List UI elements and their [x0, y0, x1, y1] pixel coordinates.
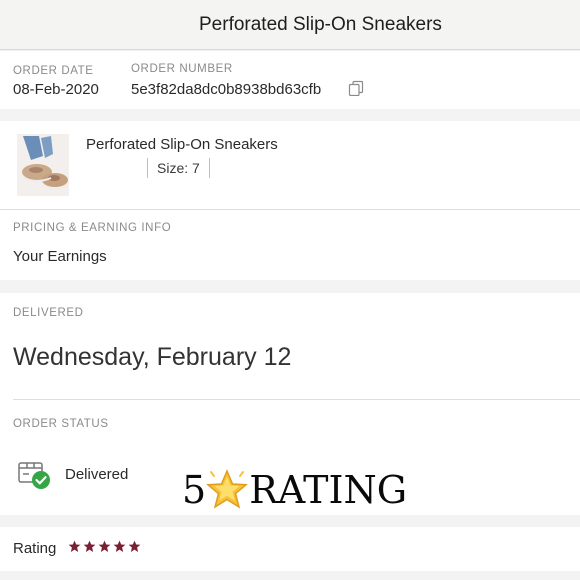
item-size: Size: 7	[157, 160, 200, 176]
rating-stars	[68, 540, 141, 553]
delivered-section-label: DELIVERED	[13, 307, 84, 319]
pricing-section-label: PRICING & EARNING INFO	[13, 222, 172, 234]
star-icon	[68, 540, 81, 553]
order-number-label: ORDER NUMBER	[131, 63, 233, 75]
top-bar: Perforated Slip-On Sneakers	[0, 0, 580, 50]
star-icon	[128, 540, 141, 553]
rating-overlay-text: 5 RATING	[182, 466, 407, 514]
page-title: Perforated Slip-On Sneakers	[199, 14, 442, 35]
overlay-label: RATING	[249, 468, 408, 512]
star-icon	[83, 540, 96, 553]
item-card[interactable]: Perforated Slip-On Sneakers	[0, 121, 580, 209]
sneaker-thumbnail[interactable]	[17, 134, 69, 196]
pricing-card[interactable]: PRICING & EARNING INFO Your Earnings	[0, 210, 580, 280]
order-date-label: ORDER DATE	[13, 65, 94, 77]
star-icon	[206, 469, 249, 509]
order-date-value: 08-Feb-2020	[13, 81, 99, 98]
delivered-box-check-icon	[18, 462, 50, 489]
your-earnings-label[interactable]: Your Earnings	[13, 248, 107, 265]
order-status-value: Delivered	[65, 466, 129, 483]
star-icon	[113, 540, 126, 553]
rating-label: Rating	[13, 540, 57, 557]
status-divider	[13, 399, 580, 400]
order-number-value: 5e3f82da8dc0b8938bd63cfb	[131, 81, 322, 98]
star-icon	[98, 540, 111, 553]
item-name: Perforated Slip-On Sneakers	[86, 136, 278, 153]
overlay-number: 5	[182, 468, 207, 512]
size-divider-right	[208, 158, 210, 178]
order-status-label: ORDER STATUS	[13, 418, 109, 430]
copy-icon[interactable]	[348, 80, 364, 96]
order-info-card: ORDER DATE 08-Feb-2020 ORDER NUMBER 5e3f…	[0, 51, 580, 109]
delivery-date: Wednesday, February 12	[13, 343, 292, 371]
size-box: Size: 7	[147, 158, 210, 178]
